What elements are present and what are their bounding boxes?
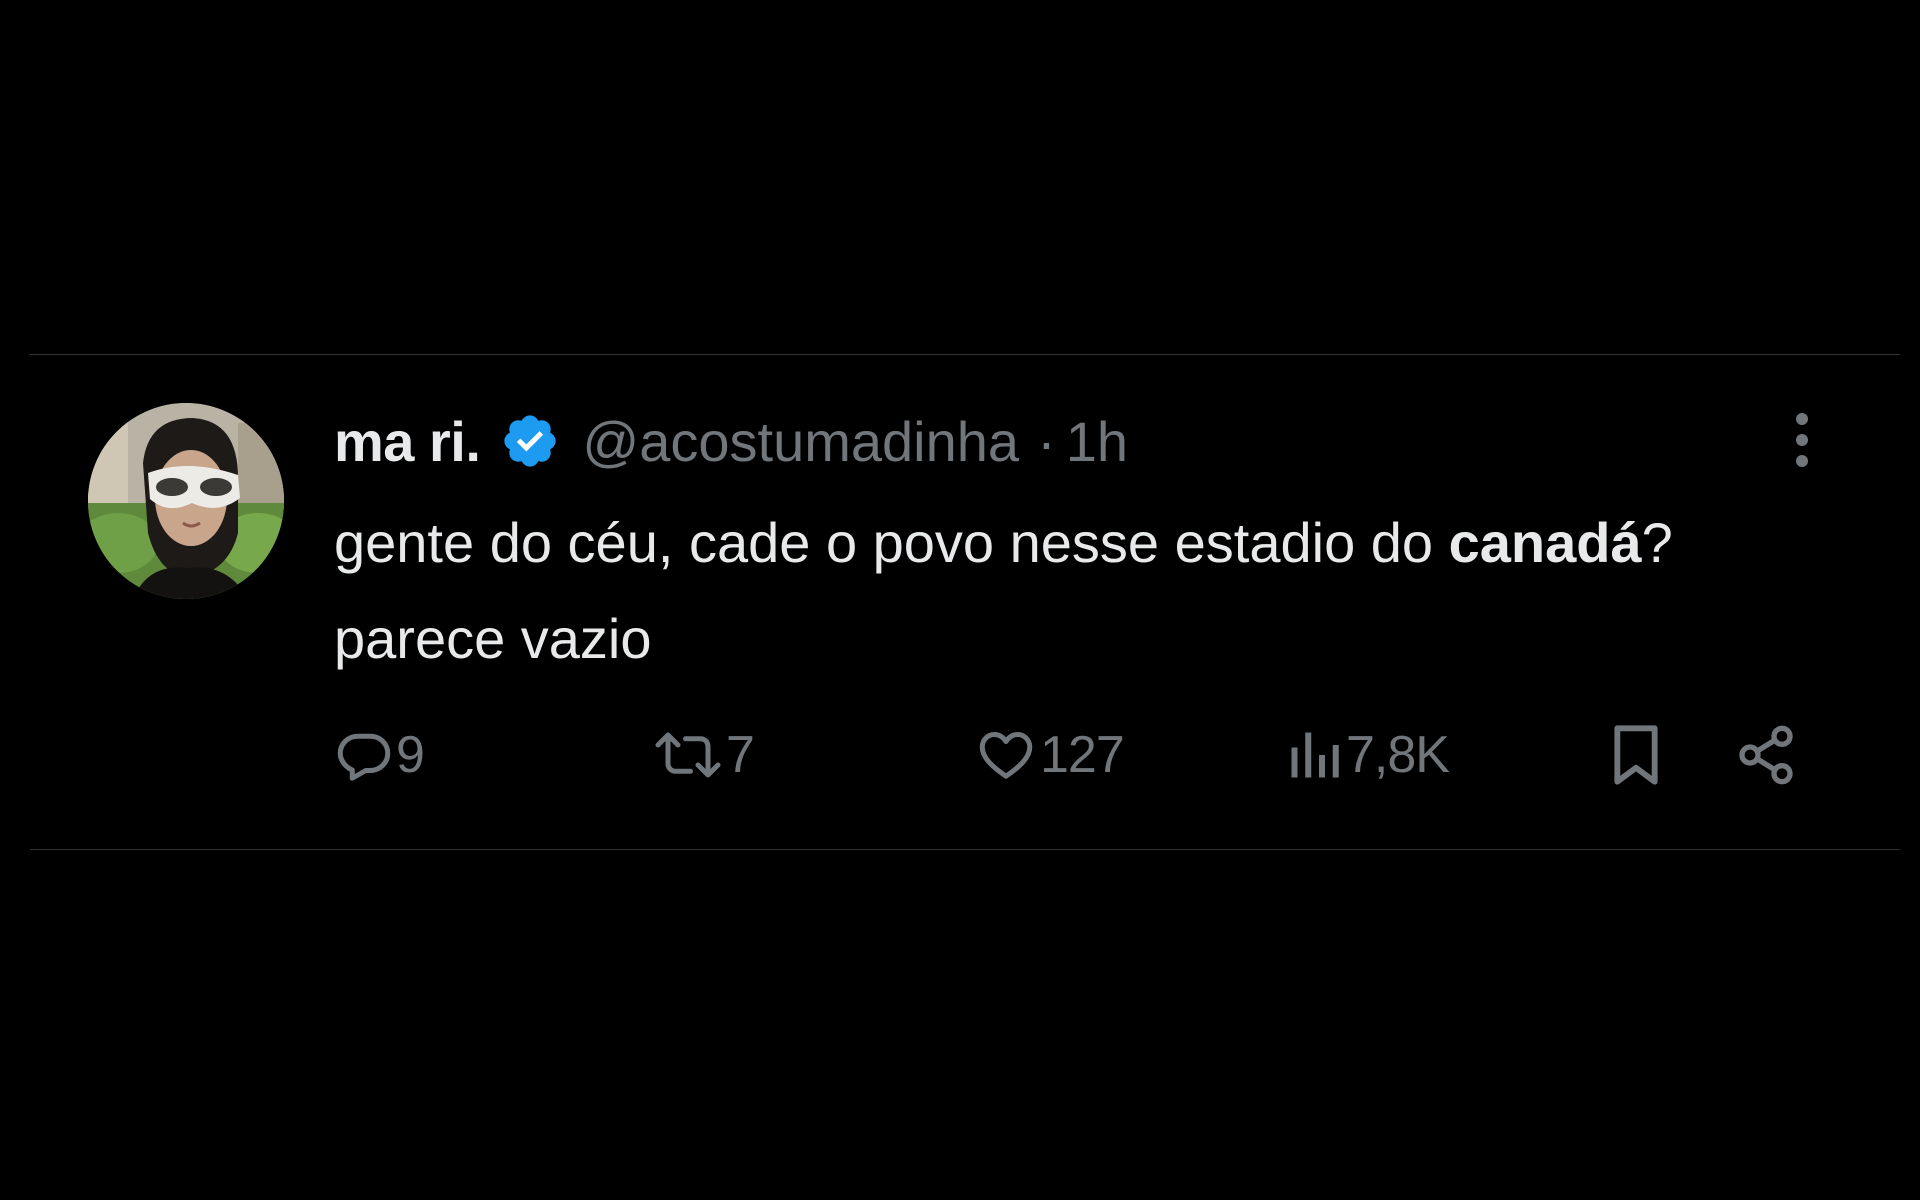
share-icon (1739, 725, 1793, 785)
display-name[interactable]: ma ri. (334, 409, 481, 474)
views-chart-icon (1291, 732, 1339, 778)
views-button[interactable]: 7,8K (1284, 715, 1450, 795)
retweet-button[interactable]: 7 (652, 715, 755, 795)
tweet-card[interactable]: ma ri. @acostumadinha · 1h gente do céu,… (0, 355, 1920, 849)
more-options-icon[interactable] (1772, 405, 1832, 475)
bottom-divider (30, 849, 1900, 850)
views-count: 7,8K (1346, 726, 1450, 784)
tweet-text-part1: gente do céu, cade o povo nesse estadio … (334, 511, 1449, 574)
avatar[interactable] (88, 403, 284, 599)
tweet-text-bold: canadá (1448, 511, 1642, 574)
tweet-timestamp[interactable]: 1h (1066, 409, 1128, 474)
bookmark-button[interactable] (1604, 715, 1668, 795)
timeline-page: ma ri. @acostumadinha · 1h gente do céu,… (0, 0, 1920, 1200)
reply-count: 9 (396, 726, 425, 784)
reply-icon (337, 733, 391, 781)
like-count: 127 (1040, 726, 1125, 784)
retweet-count: 7 (726, 726, 755, 784)
verified-badge-icon (500, 411, 560, 471)
bookmark-icon (1614, 725, 1658, 785)
user-handle[interactable]: @acostumadinha (582, 409, 1019, 474)
avatar-photo (88, 403, 284, 599)
like-button[interactable]: 127 (974, 715, 1125, 795)
tweet-header: ma ri. @acostumadinha · 1h (334, 403, 1128, 479)
share-button[interactable] (1734, 715, 1798, 795)
tweet-actions-bar: 9 7 127 7,8K (334, 715, 1834, 795)
reply-button[interactable]: 9 (334, 715, 425, 795)
retweet-icon (655, 732, 721, 778)
tweet-text: gente do céu, cade o povo nesse estadio … (334, 495, 1814, 687)
heart-icon (979, 732, 1033, 779)
header-separator: · (1037, 409, 1056, 473)
